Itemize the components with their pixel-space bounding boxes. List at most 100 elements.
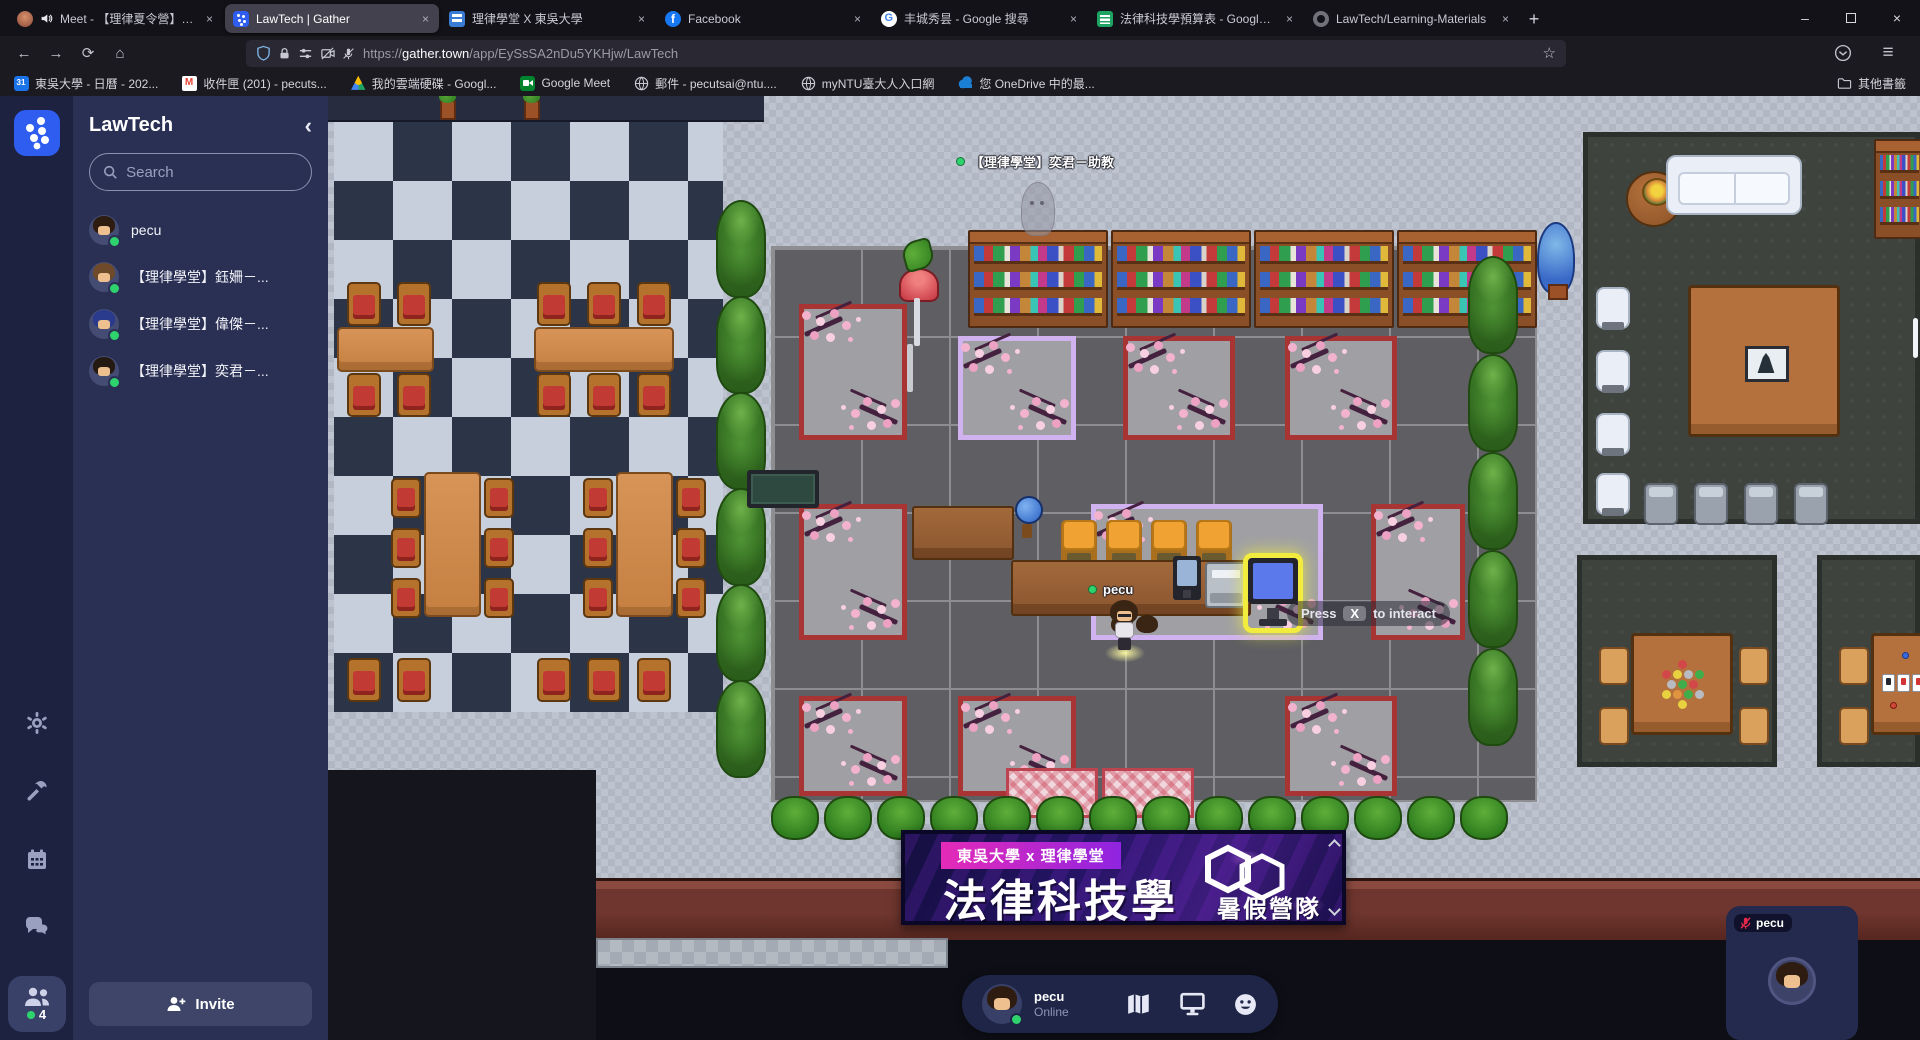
onedrive-icon — [958, 76, 973, 91]
self-name: pecu — [1034, 989, 1069, 1005]
tab-close-icon[interactable]: × — [1284, 12, 1295, 26]
cherry-blossom — [957, 337, 1017, 383]
chair — [1739, 707, 1769, 745]
pocket-icon[interactable] — [1834, 44, 1852, 62]
tab-google-search[interactable]: 丰城秀昙 - Google 搜尋 × — [873, 4, 1087, 33]
self-identity[interactable]: pecu Online — [1034, 989, 1069, 1019]
participant-row[interactable]: 【理律學堂】偉傑－... — [89, 309, 312, 339]
bookmark-calendar[interactable]: 東吳大學 - 日曆 - 202... — [14, 75, 158, 92]
tab-close-icon[interactable]: × — [1500, 12, 1511, 26]
bookmark-onedrive[interactable]: 您 OneDrive 中的最... — [958, 75, 1094, 92]
back-button[interactable]: ← — [10, 39, 38, 67]
dining-chair — [637, 658, 671, 702]
participant-name: pecu — [131, 222, 161, 238]
dining-chair — [583, 528, 613, 568]
scroll-up-icon[interactable] — [1328, 839, 1341, 852]
tab-close-icon[interactable]: × — [852, 12, 863, 26]
minimize-button[interactable]: – — [1782, 0, 1828, 36]
game-map[interactable]: 【理律學堂】奕君－助教 pecu Press X to interact 東吳大… — [328, 96, 1920, 1040]
gather-logo[interactable] — [14, 110, 60, 156]
long-table — [616, 472, 673, 617]
calendar-button[interactable] — [24, 846, 50, 872]
event-banner: 東吳大學 x 理律學堂 法律科技學 暑假營隊 — [901, 830, 1346, 925]
gear-icon — [25, 711, 49, 735]
dining-chair — [583, 578, 613, 618]
build-button[interactable] — [24, 778, 50, 804]
dining-chair — [587, 282, 621, 326]
dining-chair — [397, 373, 431, 417]
dining-chair — [397, 658, 431, 702]
bush — [1407, 796, 1455, 840]
bookmark-meet[interactable]: Google Meet — [520, 76, 610, 91]
settings-button[interactable] — [24, 710, 50, 736]
participant-row[interactable]: pecu — [89, 215, 312, 245]
participant-name: 【理律學堂】奕君－... — [131, 361, 269, 381]
close-window-button[interactable]: × — [1874, 0, 1920, 36]
collapse-panel-icon[interactable]: ‹ — [305, 115, 312, 137]
minimap-button[interactable] — [1126, 992, 1152, 1016]
emote-button[interactable] — [1233, 992, 1258, 1017]
video-tile-avatar — [1768, 957, 1816, 1005]
screenshare-button[interactable] — [1179, 992, 1206, 1016]
bookmarks-bar: 東吳大學 - 日曆 - 202... 收件匣 (201) - pecuts...… — [0, 70, 1920, 96]
cypress-tree — [716, 200, 766, 298]
home-button[interactable]: ⌂ — [106, 39, 134, 67]
new-tab-button[interactable]: + — [1520, 5, 1548, 33]
menu-button[interactable]: ≡ — [1874, 39, 1902, 67]
invite-button[interactable]: Invite — [89, 982, 312, 1026]
camera-blocked-icon[interactable] — [320, 46, 335, 61]
lock-icon[interactable] — [278, 46, 291, 61]
url-bar[interactable]: https://gather.town/app/EySsSA2nDu5YKHjw… — [246, 40, 1566, 67]
dining-chair — [676, 528, 706, 568]
chip — [1890, 702, 1897, 709]
participant-row[interactable]: 【理律學堂】奕君－... — [89, 356, 312, 386]
tab-lilu-soochow[interactable]: 理律學堂 X 東吳大學 × — [441, 4, 655, 33]
tab-strip: Meet - 【理律夏令營】線上會議 × LawTech | Gather × … — [0, 0, 1920, 36]
tab-meet[interactable]: Meet - 【理律夏令營】線上會議 × — [9, 4, 223, 33]
tab-close-icon[interactable]: × — [204, 12, 215, 26]
cherry-blossom — [844, 593, 904, 639]
people-icon — [22, 986, 52, 1008]
tab-sheets[interactable]: 法律科技學預算表 - Google 試算表 × — [1089, 4, 1303, 33]
dining-chair — [484, 528, 514, 568]
forward-button[interactable]: → — [42, 39, 70, 67]
mic-blocked-icon[interactable] — [342, 46, 355, 61]
participants-list: pecu 【理律學堂】鈺姍－... 【理律學堂】偉傑－... 【理律學堂】奕君－… — [89, 215, 312, 386]
scroll-down-icon[interactable] — [1328, 903, 1341, 916]
other-bookmarks-button[interactable]: 其他書籤 — [1837, 75, 1906, 92]
search-box[interactable] — [89, 153, 312, 191]
player-character — [1109, 600, 1139, 652]
self-video-tile[interactable]: pecu — [1726, 906, 1858, 1040]
tab-github[interactable]: LawTech/Learning-Materials × — [1305, 4, 1519, 33]
status-dot — [956, 157, 965, 166]
tab-audio-icon[interactable] — [40, 12, 53, 25]
floor-lamp — [897, 246, 939, 358]
bookmark-myntu[interactable]: myNTU臺大人入口網 — [801, 75, 935, 92]
blossom-room — [799, 304, 907, 440]
tab-facebook[interactable]: Facebook × — [657, 4, 871, 33]
tab-gather-active[interactable]: LawTech | Gather × — [225, 4, 439, 33]
bookmark-drive[interactable]: 我的雲端硬碟 - Googl... — [351, 75, 497, 92]
reload-button[interactable]: ⟳ — [74, 39, 102, 67]
dining-chair — [391, 578, 421, 618]
top-wall — [328, 96, 764, 122]
bookmark-star-icon[interactable]: ☆ — [1543, 44, 1556, 62]
maximize-button[interactable] — [1828, 0, 1874, 36]
tracking-shield-icon[interactable] — [256, 45, 271, 61]
url-text[interactable]: https://gather.town/app/EySsSA2nDu5YKHjw… — [363, 46, 1535, 61]
bookmark-gmail[interactable]: 收件匣 (201) - pecuts... — [182, 75, 326, 92]
online-status-dot — [108, 329, 121, 342]
participant-row[interactable]: 【理律學堂】鈺姍－... — [89, 262, 312, 292]
tab-close-icon[interactable]: × — [636, 12, 647, 26]
bookmark-ntu-mail[interactable]: 郵件 - pecutsai@ntu.... — [634, 75, 777, 92]
search-input[interactable] — [126, 164, 298, 181]
chair — [1694, 483, 1728, 525]
permissions-sliders-icon[interactable] — [298, 46, 313, 61]
tab-close-icon[interactable]: × — [420, 12, 431, 26]
chat-button[interactable] — [24, 914, 50, 940]
video-tile-chip: pecu — [1734, 914, 1792, 932]
google-favicon — [881, 11, 897, 27]
tab-close-icon[interactable]: × — [1068, 12, 1079, 26]
self-avatar[interactable] — [982, 984, 1022, 1024]
participants-button[interactable]: 4 — [8, 976, 66, 1032]
